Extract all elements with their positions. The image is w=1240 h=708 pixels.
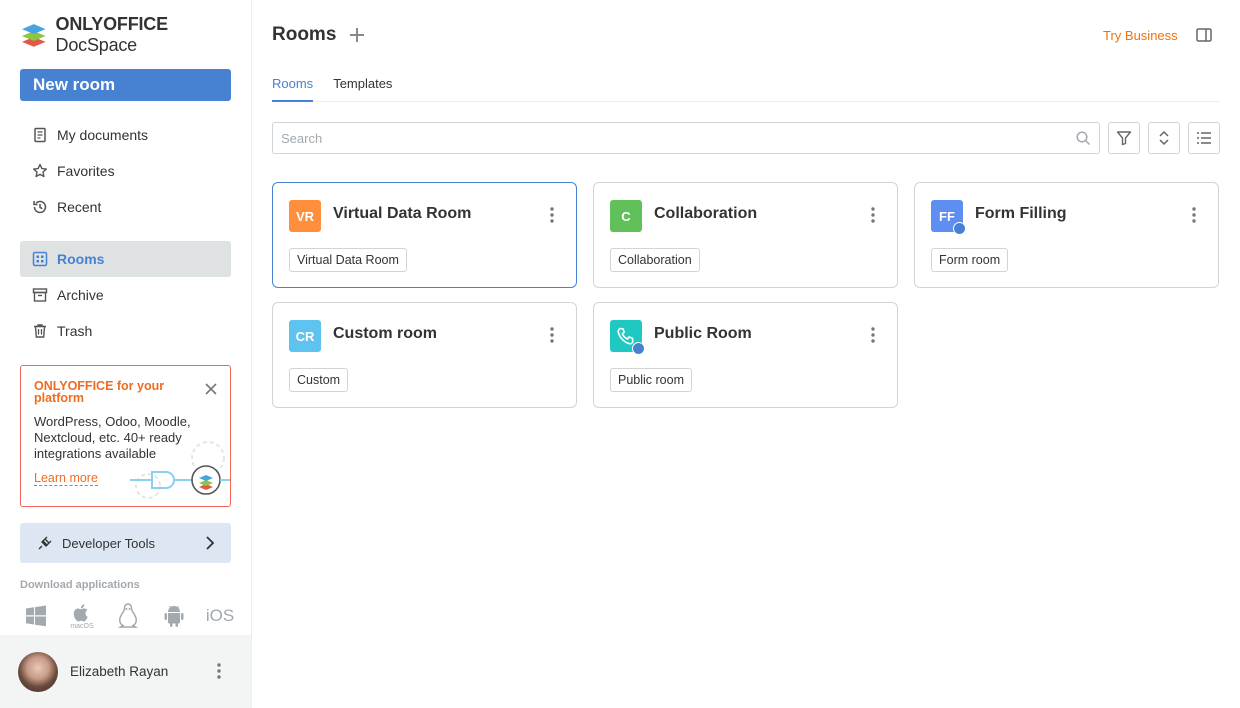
search-icon[interactable] bbox=[1076, 131, 1091, 146]
sidebar-item-label: Recent bbox=[57, 199, 102, 215]
sidebar-nav-top: My documents Favorites Recent bbox=[20, 117, 231, 225]
sidebar-item-label: My documents bbox=[57, 127, 149, 143]
sidebar-item-label: Rooms bbox=[57, 251, 105, 267]
room-tag[interactable]: Collaboration bbox=[610, 248, 700, 272]
room-initials: FF bbox=[939, 208, 955, 224]
room-logo: VR bbox=[289, 200, 321, 232]
sidebar-item-label: Archive bbox=[57, 287, 104, 303]
room-logo: C bbox=[610, 200, 642, 232]
download-applications-label: Download applications bbox=[20, 579, 140, 591]
room-initials: VR bbox=[295, 208, 315, 224]
room-tag[interactable]: Virtual Data Room bbox=[289, 248, 407, 272]
room-title[interactable]: Custom room bbox=[333, 325, 437, 343]
page-title: Rooms bbox=[272, 24, 337, 45]
room-tag[interactable]: Public room bbox=[610, 368, 692, 392]
room-tag[interactable]: Form room bbox=[931, 248, 1009, 272]
sidebar-item-label: Trash bbox=[57, 323, 93, 339]
plus-icon[interactable] bbox=[349, 27, 365, 43]
sidebar-item-my-documents[interactable]: My documents bbox=[20, 117, 231, 153]
android-icon[interactable] bbox=[162, 602, 186, 630]
ios-label: iOS bbox=[205, 606, 235, 625]
room-card-form-filling[interactable]: FF Form Filling Form room bbox=[914, 182, 1219, 288]
room-title[interactable]: Virtual Data Room bbox=[333, 205, 471, 223]
room-card-public-room[interactable]: Public Room Public room bbox=[593, 302, 898, 408]
try-business-link[interactable]: Try Business bbox=[1103, 28, 1178, 43]
windows-icon[interactable] bbox=[24, 602, 48, 630]
tab-bar: Rooms Templates bbox=[272, 76, 1220, 102]
logo-regular-text: DocSpace bbox=[55, 35, 138, 55]
chevron-right-icon bbox=[206, 536, 215, 550]
integration-promo-banner: ONLYOFFICE for your platform WordPress, … bbox=[20, 365, 231, 507]
avatar[interactable] bbox=[18, 651, 58, 692]
room-logo: FF bbox=[931, 200, 966, 235]
room-tag[interactable]: Custom bbox=[289, 368, 349, 392]
logo-bold-text: ONLYOFFICE bbox=[55, 14, 169, 34]
sidebar: ONLYOFFICE DocSpace New room My document… bbox=[0, 0, 252, 708]
user-name: Elizabeth Rayan bbox=[70, 664, 169, 679]
view-toggle-button[interactable] bbox=[1188, 122, 1220, 154]
developer-tools-label: Developer Tools bbox=[62, 535, 155, 551]
tab-rooms[interactable]: Rooms bbox=[272, 76, 314, 102]
archive-icon bbox=[32, 288, 48, 302]
new-room-button[interactable]: New room bbox=[20, 69, 231, 101]
star-icon bbox=[33, 163, 47, 178]
sort-icon bbox=[1159, 130, 1169, 146]
list-view-icon bbox=[1197, 132, 1211, 144]
download-apps-row: macOS iOS bbox=[24, 602, 235, 630]
sidebar-nav-bottom: Rooms Archive Trash bbox=[20, 241, 231, 349]
rooms-grid-icon bbox=[32, 251, 48, 267]
sidebar-item-rooms[interactable]: Rooms bbox=[20, 241, 231, 277]
room-title[interactable]: Collaboration bbox=[654, 205, 757, 223]
developer-tools-button[interactable]: Developer Tools bbox=[20, 523, 231, 563]
room-logo bbox=[610, 320, 645, 355]
sort-button[interactable] bbox=[1148, 122, 1180, 154]
plug-integration-icon bbox=[130, 441, 230, 499]
room-card-collaboration[interactable]: C Collaboration Collaboration bbox=[593, 182, 898, 288]
room-title[interactable]: Form Filling bbox=[975, 205, 1067, 223]
more-vertical-icon[interactable] bbox=[550, 207, 554, 223]
sidebar-item-favorites[interactable]: Favorites bbox=[20, 153, 231, 189]
plug-icon bbox=[38, 536, 52, 550]
sidebar-item-label: Favorites bbox=[57, 163, 115, 179]
sidebar-item-trash[interactable]: Trash bbox=[20, 313, 231, 349]
more-vertical-icon[interactable] bbox=[1192, 207, 1196, 223]
app-logo[interactable]: ONLYOFFICE DocSpace bbox=[20, 14, 251, 55]
onlyoffice-logo-icon bbox=[21, 24, 46, 47]
room-card-custom-room[interactable]: CR Custom room Custom bbox=[272, 302, 577, 408]
room-logo: CR bbox=[289, 320, 321, 352]
room-initials: C bbox=[621, 208, 631, 224]
info-panel-icon[interactable] bbox=[1196, 28, 1212, 42]
promo-title: ONLYOFFICE for your platform bbox=[34, 379, 165, 405]
more-vertical-icon[interactable] bbox=[871, 327, 875, 343]
sidebar-item-recent[interactable]: Recent bbox=[20, 189, 231, 225]
room-title[interactable]: Public Room bbox=[654, 325, 752, 343]
user-profile[interactable]: Elizabeth Rayan bbox=[0, 635, 251, 708]
linux-icon[interactable] bbox=[116, 602, 140, 630]
room-card-virtual-data-room[interactable]: VR Virtual Data Room Virtual Data Room bbox=[272, 182, 577, 288]
history-icon bbox=[33, 200, 47, 214]
sidebar-item-archive[interactable]: Archive bbox=[20, 277, 231, 313]
learn-more-link[interactable]: Learn more bbox=[34, 472, 98, 486]
macos-icon[interactable]: macOS bbox=[70, 602, 94, 630]
document-icon bbox=[34, 127, 46, 143]
room-initials: CR bbox=[295, 328, 315, 344]
more-vertical-icon[interactable] bbox=[871, 207, 875, 223]
tab-templates[interactable]: Templates bbox=[333, 76, 392, 102]
globe-icon bbox=[632, 342, 645, 355]
filter-button[interactable] bbox=[1108, 122, 1140, 154]
more-vertical-icon[interactable] bbox=[550, 327, 554, 343]
macos-label: macOS bbox=[70, 622, 94, 630]
filter-icon bbox=[1116, 131, 1132, 146]
ios-icon[interactable]: iOS bbox=[205, 602, 235, 630]
search-input[interactable] bbox=[272, 122, 1100, 154]
trash-icon bbox=[34, 324, 46, 338]
more-vertical-icon[interactable] bbox=[217, 663, 221, 679]
close-icon[interactable] bbox=[204, 382, 218, 396]
globe-icon bbox=[953, 222, 966, 235]
